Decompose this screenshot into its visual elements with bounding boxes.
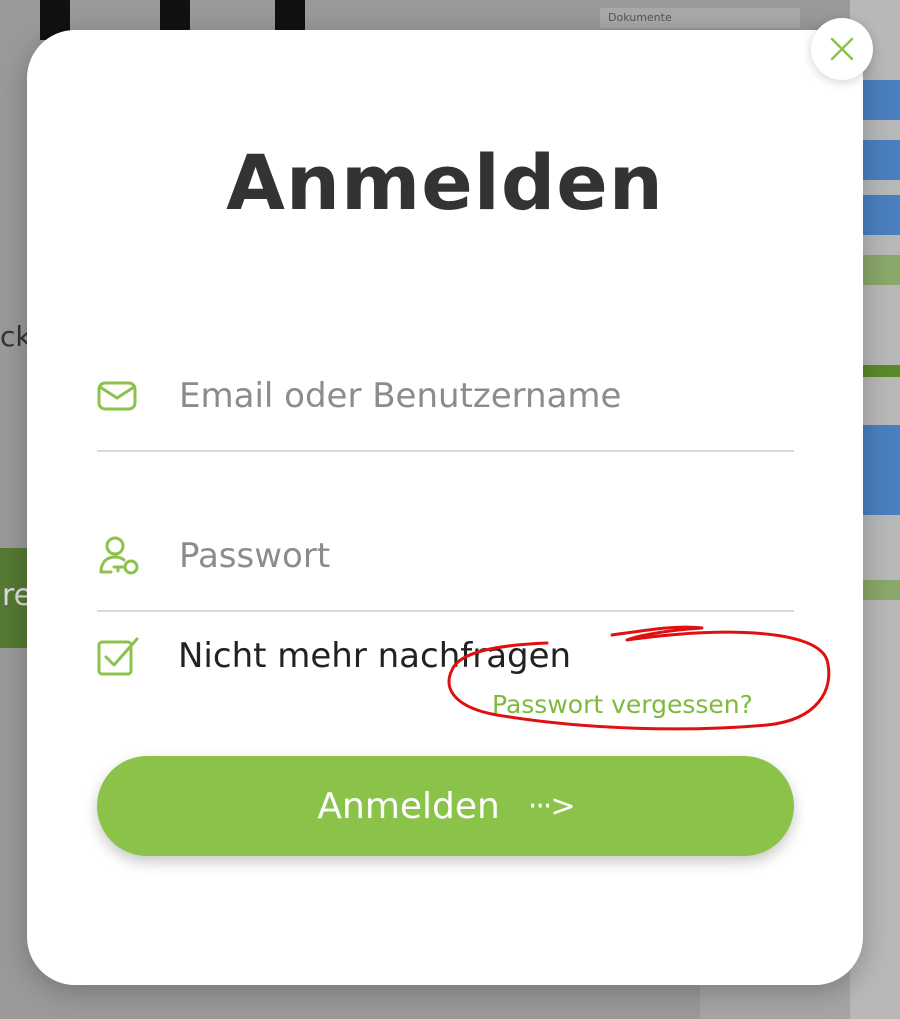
submit-label: Anmelden [317,785,500,827]
close-icon [830,37,854,61]
mail-icon [97,374,141,418]
background-doc-tab: Dokumente [600,8,800,28]
remember-checkbox[interactable]: Nicht mehr nachfragen [97,634,571,678]
checkbox-checked-icon[interactable] [97,634,141,678]
remember-label: Nicht mehr nachfragen [178,636,572,676]
login-submit-button[interactable]: Anmelden ···> [97,756,794,856]
login-modal: Anmelden Nicht [27,30,863,985]
password-field-row [97,502,794,612]
page-title: Anmelden [226,138,664,227]
forgot-password-link[interactable]: Passwort vergessen? [492,690,753,719]
user-key-icon [97,534,141,578]
password-input[interactable] [179,536,794,576]
arrow-right-icon: ···> [527,788,576,824]
background-green-block: re [0,548,32,648]
close-button[interactable] [811,18,873,80]
email-input[interactable] [179,376,794,416]
email-field-row [97,342,794,452]
